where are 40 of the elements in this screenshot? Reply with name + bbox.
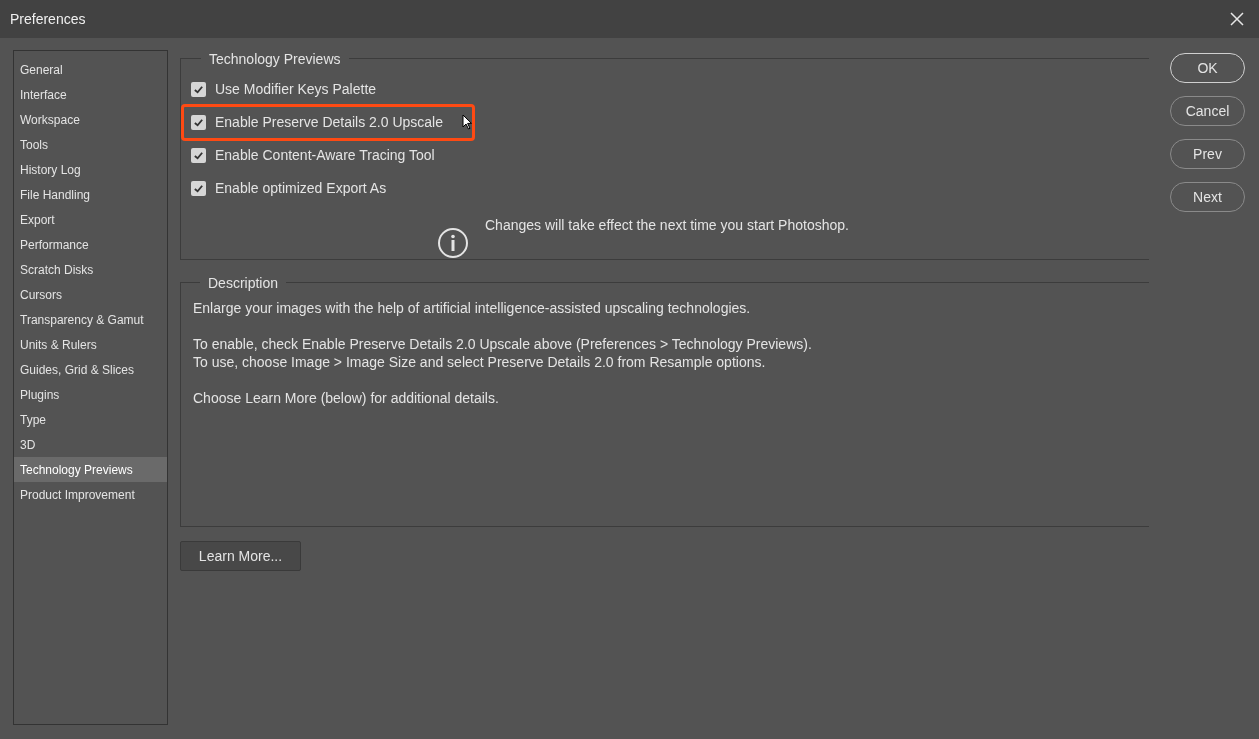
- sidebar-item[interactable]: General: [14, 57, 167, 82]
- sidebar-item[interactable]: Technology Previews: [14, 457, 167, 482]
- check-icon: [193, 84, 204, 95]
- close-icon[interactable]: [1229, 11, 1245, 27]
- sidebar-item[interactable]: Workspace: [14, 107, 167, 132]
- check-icon: [193, 183, 204, 194]
- sidebar-item[interactable]: Tools: [14, 132, 167, 157]
- checkbox-label[interactable]: Use Modifier Keys Palette: [215, 79, 377, 100]
- description-text: Enlarge your images with the help of artificial intelligence-assisted upscaling technologies.: [193, 299, 752, 317]
- sidebar-item[interactable]: Interface: [14, 82, 167, 107]
- description-text: To enable, check Enable Preserve Details 2.0 Upscale above (Preferences > Technology Previews).: [193, 335, 813, 353]
- checkbox-label[interactable]: Enable optimized Export As: [215, 178, 387, 199]
- checkbox[interactable]: [191, 115, 206, 130]
- info-icon: [437, 227, 469, 259]
- description-text: Choose Learn More (below) for additional details.: [193, 389, 500, 407]
- checkbox-label[interactable]: Enable Preserve Details 2.0 Upscale: [215, 112, 443, 133]
- sidebar-item[interactable]: Guides, Grid & Slices: [14, 357, 167, 382]
- sidebar-item[interactable]: Transparency & Gamut: [14, 307, 167, 332]
- checkbox-label[interactable]: Enable Content-Aware Tracing Tool: [215, 145, 435, 166]
- description-text: To use, choose Image > Image Size and select Preserve Details 2.0 from Resample options.: [193, 353, 767, 371]
- checkbox[interactable]: [191, 82, 206, 97]
- sidebar-item[interactable]: Type: [14, 407, 167, 432]
- sidebar-item[interactable]: Performance: [14, 232, 167, 257]
- sidebar-item[interactable]: History Log: [14, 157, 167, 182]
- check-icon: [193, 117, 204, 128]
- sidebar-item[interactable]: Scratch Disks: [14, 257, 167, 282]
- checkbox[interactable]: [191, 148, 206, 163]
- sidebar-item[interactable]: Plugins: [14, 382, 167, 407]
- sidebar-item[interactable]: File Handling: [14, 182, 167, 207]
- learn-more-button[interactable]: Learn More...: [180, 541, 301, 571]
- sidebar-item[interactable]: Cursors: [14, 282, 167, 307]
- sidebar-item[interactable]: Units & Rulers: [14, 332, 167, 357]
- window-title: Preferences: [10, 9, 86, 29]
- sidebar-item[interactable]: Product Improvement: [14, 482, 167, 507]
- restart-notice: Changes will take effect the next time you start Photoshop.: [485, 216, 849, 235]
- checkbox[interactable]: [191, 181, 206, 196]
- sidebar-item[interactable]: Export: [14, 207, 167, 232]
- sidebar-item[interactable]: 3D: [14, 432, 167, 457]
- cursor-icon: [462, 114, 472, 130]
- check-icon: [193, 150, 204, 161]
